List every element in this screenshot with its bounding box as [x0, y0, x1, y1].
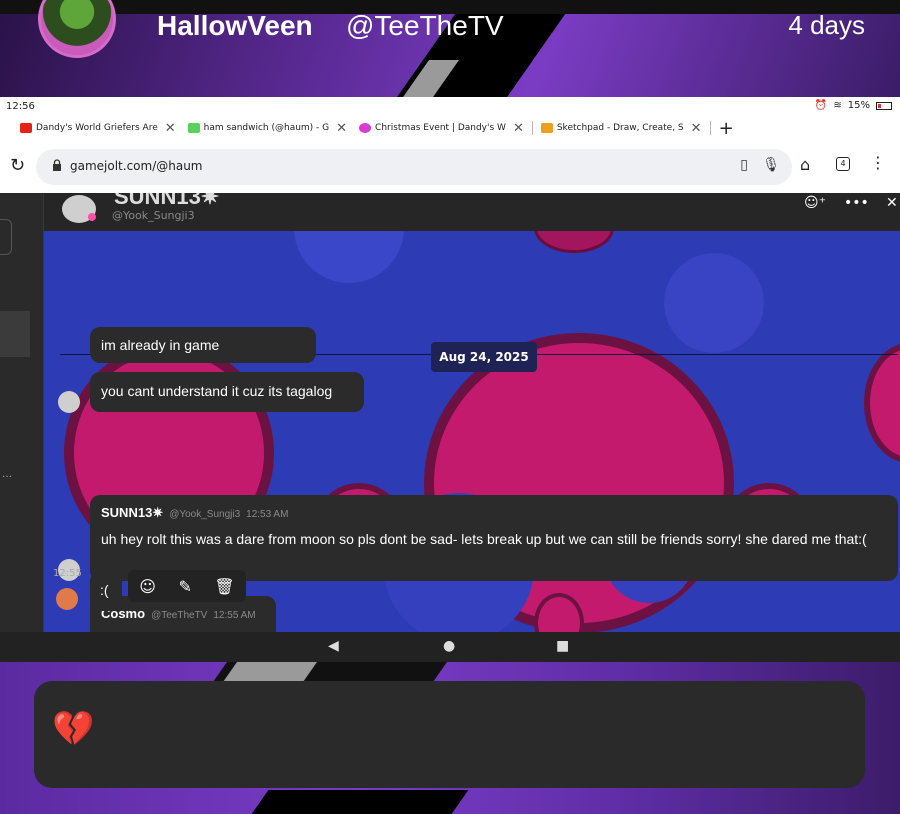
chat-partner-name[interactable]: SUNN13✷	[114, 193, 219, 210]
browser-toolbar: ↻ gamejolt.com/@haum ▯ 🎙 ⌂ 4 ⋮	[0, 141, 900, 193]
youtube-favicon-icon	[20, 123, 32, 133]
microphone-icon[interactable]: 🎙	[762, 157, 780, 173]
delete-icon[interactable]: 🗑	[214, 577, 234, 596]
message-text: im already in game	[101, 337, 220, 353]
tab-title: Christmas Event | Dandy's W	[375, 123, 506, 133]
attached-screenshot[interactable]: 12:56 ⏰ ≋ 15% Dandy's World Griefers Are…	[0, 97, 900, 662]
message-side-time: 12:55	[53, 568, 82, 579]
browser-tab[interactable]: Sketchpad - Draw, Create, S ✕	[535, 116, 708, 140]
tab-title: Dandy's World Griefers Are	[36, 123, 158, 133]
browser-tab[interactable]: Christmas Event | Dandy's W ✕	[353, 116, 530, 140]
back-icon[interactable]: ◀	[328, 638, 339, 654]
browser-tab[interactable]: Dandy's World Griefers Are ✕	[14, 116, 182, 140]
home-icon[interactable]: ⌂	[800, 155, 810, 174]
tab-separator	[709, 121, 711, 135]
battery-icon	[876, 101, 892, 110]
browser-tab-active[interactable]: ham sandwich (@haum) - G ✕	[181, 116, 354, 140]
chat-window: … SUNN13✷ @Yook_Sungji3 ☺⁺ ••• ✕ im alre…	[0, 193, 900, 632]
post-author-name[interactable]: HallowVeen	[157, 10, 313, 42]
message-text: uh hey rolt this was a dare from moon so…	[101, 531, 867, 547]
bg-bubble	[664, 253, 764, 353]
message-handle: @Yook_Sungji3	[169, 509, 241, 520]
edit-icon[interactable]: ✎	[178, 577, 191, 596]
message-timestamp: 12:55 AM	[213, 610, 256, 621]
gamejolt-favicon-icon	[187, 123, 200, 133]
message-username[interactable]: SUNN13✷	[101, 505, 163, 521]
post-age: 4 days	[788, 10, 865, 40]
tab-title: Sketchpad - Draw, Create, S	[556, 123, 684, 133]
battery-level: 15%	[847, 100, 870, 111]
chat-partner-handle: @Yook_Sungji3	[112, 209, 195, 222]
address-url[interactable]: gamejolt.com/@haum	[70, 159, 203, 173]
fandom-favicon-icon	[359, 123, 372, 133]
tab-separator	[531, 121, 533, 135]
own-avatar[interactable]	[56, 588, 78, 610]
reload-icon[interactable]: ↻	[10, 155, 25, 176]
message-handle: @TeeTheTV	[151, 610, 208, 621]
post-author-handle[interactable]: @TeeTheTV	[346, 10, 504, 42]
user-avatar[interactable]	[58, 391, 80, 413]
chat-message[interactable]: SUNN13✷ @Yook_Sungji3 12:53 AM uh hey ro…	[90, 495, 898, 581]
close-chat-icon[interactable]: ✕	[886, 195, 898, 211]
tab-switcher-icon[interactable]: 4	[836, 157, 850, 171]
post-caption-card: 💔	[34, 681, 865, 788]
left-sidebar: …	[0, 193, 44, 632]
broken-heart-icon: 💔	[52, 709, 95, 749]
sidebar-highlight	[0, 311, 30, 357]
add-reaction-icon[interactable]: ☺	[139, 577, 156, 596]
chat-message[interactable]: you cant understand it cuz its tagalog	[90, 372, 364, 412]
close-tab-icon[interactable]: ✕	[336, 121, 347, 136]
author-avatar[interactable]	[38, 0, 116, 58]
more-options-icon[interactable]: •••	[844, 195, 869, 211]
recents-icon[interactable]: ■	[556, 638, 569, 654]
alarm-icon: ⏰	[814, 100, 828, 111]
chat-message-own[interactable]: :(	[90, 571, 122, 611]
wifi-icon: ≋	[833, 100, 842, 111]
date-divider: Aug 24, 2025	[431, 342, 537, 372]
more-options-icon[interactable]: ⋮	[870, 153, 886, 172]
more-icon[interactable]: …	[2, 469, 12, 480]
tab-title: ham sandwich (@haum) - G	[203, 123, 330, 133]
message-text: :(	[100, 582, 109, 598]
sidebar-panel[interactable]	[0, 219, 12, 255]
chat-header: SUNN13✷ @Yook_Sungji3 ☺⁺ ••• ✕	[44, 193, 900, 231]
online-status-dot	[88, 213, 96, 221]
close-tab-icon[interactable]: ✕	[165, 121, 176, 136]
lock-icon	[53, 159, 61, 171]
android-nav-bar: ◀ ● ■	[0, 632, 900, 662]
browser-tab-strip: Dandy's World Griefers Are ✕ ham sandwic…	[0, 115, 900, 141]
sketchpad-favicon-icon	[540, 123, 553, 133]
add-friend-icon[interactable]: ☺⁺	[804, 195, 826, 211]
message-actions-toolbar: ☺ ✎ 🗑	[128, 570, 246, 602]
post-header: HallowVeen @TeeTheTV 4 days	[0, 0, 900, 60]
close-tab-icon[interactable]: ✕	[691, 121, 702, 136]
device-status-bar: 12:56 ⏰ ≋ 15%	[0, 97, 900, 115]
background-stripe	[251, 790, 469, 814]
bg-bubble	[864, 343, 900, 463]
bookmark-icon[interactable]: ▯	[740, 157, 748, 173]
message-text: you cant understand it cuz its tagalog	[101, 383, 333, 399]
home-circle-icon[interactable]: ●	[443, 638, 455, 654]
background-stripe	[222, 662, 318, 682]
chat-message[interactable]: im already in game	[90, 327, 316, 363]
new-tab-icon[interactable]: +	[719, 118, 734, 139]
message-timestamp: 12:53 AM	[246, 509, 289, 520]
close-tab-icon[interactable]: ✕	[513, 121, 524, 136]
address-bar[interactable]: gamejolt.com/@haum ▯ 🎙	[36, 149, 792, 185]
status-clock: 12:56	[6, 101, 35, 112]
